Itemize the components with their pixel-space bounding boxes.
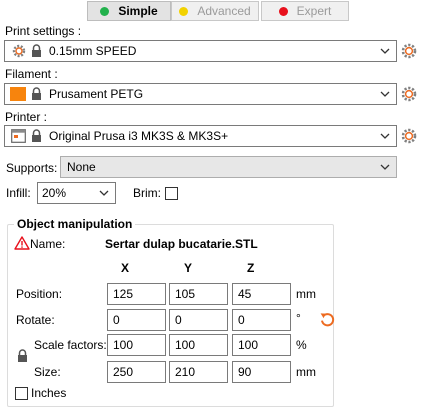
yellow-dot-icon: [179, 6, 189, 16]
print-settings-combo[interactable]: 0.15mm SPEED: [4, 40, 397, 62]
red-hexagon-icon: [278, 6, 288, 16]
scale-unit: %: [296, 338, 307, 352]
mode-tab-expert-label: Expert: [296, 4, 332, 18]
filament-gear-icon[interactable]: [401, 86, 417, 102]
rotate-label: Rotate:: [16, 313, 55, 327]
scale-y-input[interactable]: 100: [169, 334, 228, 356]
scale-z-input[interactable]: 100: [232, 334, 291, 356]
rotate-y-input[interactable]: 0: [169, 309, 228, 331]
green-dot-icon: [100, 6, 110, 16]
rotate-z-input[interactable]: 0: [232, 309, 291, 331]
object-name-value: Sertar dulap bucatarie.STL: [105, 237, 258, 251]
position-y-input[interactable]: 105: [169, 283, 228, 305]
axis-z-label: Z: [247, 261, 255, 275]
lock-icon: [32, 87, 41, 100]
printer-value: Original Prusa i3 MK3S & MK3S+: [49, 129, 229, 143]
cog-icon: [12, 44, 26, 58]
printer-label: Printer :: [5, 110, 48, 124]
size-unit: mm: [296, 365, 316, 379]
reset-rotation-icon[interactable]: [319, 311, 336, 328]
mode-tab-simple[interactable]: Simple: [87, 1, 171, 21]
size-label: Size:: [34, 365, 61, 379]
warning-icon: [14, 236, 30, 250]
filament-color-swatch: [10, 87, 26, 101]
name-label: Name:: [30, 237, 66, 251]
size-z-input[interactable]: 90: [232, 361, 291, 383]
scale-x-input[interactable]: 100: [107, 334, 166, 356]
infill-value: 20%: [42, 186, 67, 200]
print-settings-value: 0.15mm SPEED: [49, 44, 137, 58]
filament-value: Prusament PETG: [49, 87, 144, 101]
position-z-input[interactable]: 45: [232, 283, 291, 305]
mode-tab-advanced-label: Advanced: [197, 4, 251, 18]
scale-lock-icon[interactable]: [17, 349, 28, 363]
chevron-down-icon: [380, 164, 390, 170]
filament-combo[interactable]: Prusament PETG: [4, 83, 397, 105]
position-x-input[interactable]: 125: [107, 283, 166, 305]
print-settings-label: Print settings :: [5, 24, 82, 38]
supports-label: Supports:: [6, 161, 58, 175]
chevron-down-icon: [380, 48, 390, 54]
rotate-unit: °: [296, 311, 301, 325]
lock-icon: [32, 44, 41, 57]
print-settings-gear-icon[interactable]: [401, 43, 417, 59]
filament-label: Filament :: [5, 67, 58, 81]
axis-x-label: X: [121, 261, 130, 275]
size-x-input[interactable]: 250: [107, 361, 166, 383]
lock-icon: [32, 129, 41, 142]
chevron-down-icon: [99, 190, 109, 196]
rotate-x-input[interactable]: 0: [107, 309, 166, 331]
mode-tab-simple-label: Simple: [118, 4, 158, 18]
printer-combo[interactable]: Original Prusa i3 MK3S & MK3S+: [4, 125, 397, 147]
infill-combo[interactable]: 20%: [37, 182, 116, 204]
scale-factors-label: Scale factors:: [34, 338, 107, 352]
chevron-down-icon: [380, 133, 390, 139]
position-unit: mm: [296, 287, 316, 301]
printer-gear-icon[interactable]: [401, 128, 417, 144]
infill-label: Infill:: [6, 186, 31, 200]
mode-tab-expert[interactable]: Expert: [261, 1, 349, 21]
inches-label: Inches: [31, 386, 67, 400]
object-manipulation-title: Object manipulation: [14, 217, 136, 231]
size-y-input[interactable]: 210: [169, 361, 228, 383]
inches-checkbox[interactable]: [15, 387, 28, 400]
brim-checkbox[interactable]: [165, 187, 178, 200]
brim-label: Brim:: [133, 186, 161, 200]
position-label: Position:: [16, 287, 63, 301]
axis-y-label: Y: [184, 261, 193, 275]
chevron-down-icon: [380, 91, 390, 97]
mode-tab-advanced[interactable]: Advanced: [171, 1, 259, 21]
supports-combo[interactable]: None: [60, 156, 397, 178]
supports-value: None: [67, 160, 96, 174]
printer-icon: [11, 129, 26, 143]
